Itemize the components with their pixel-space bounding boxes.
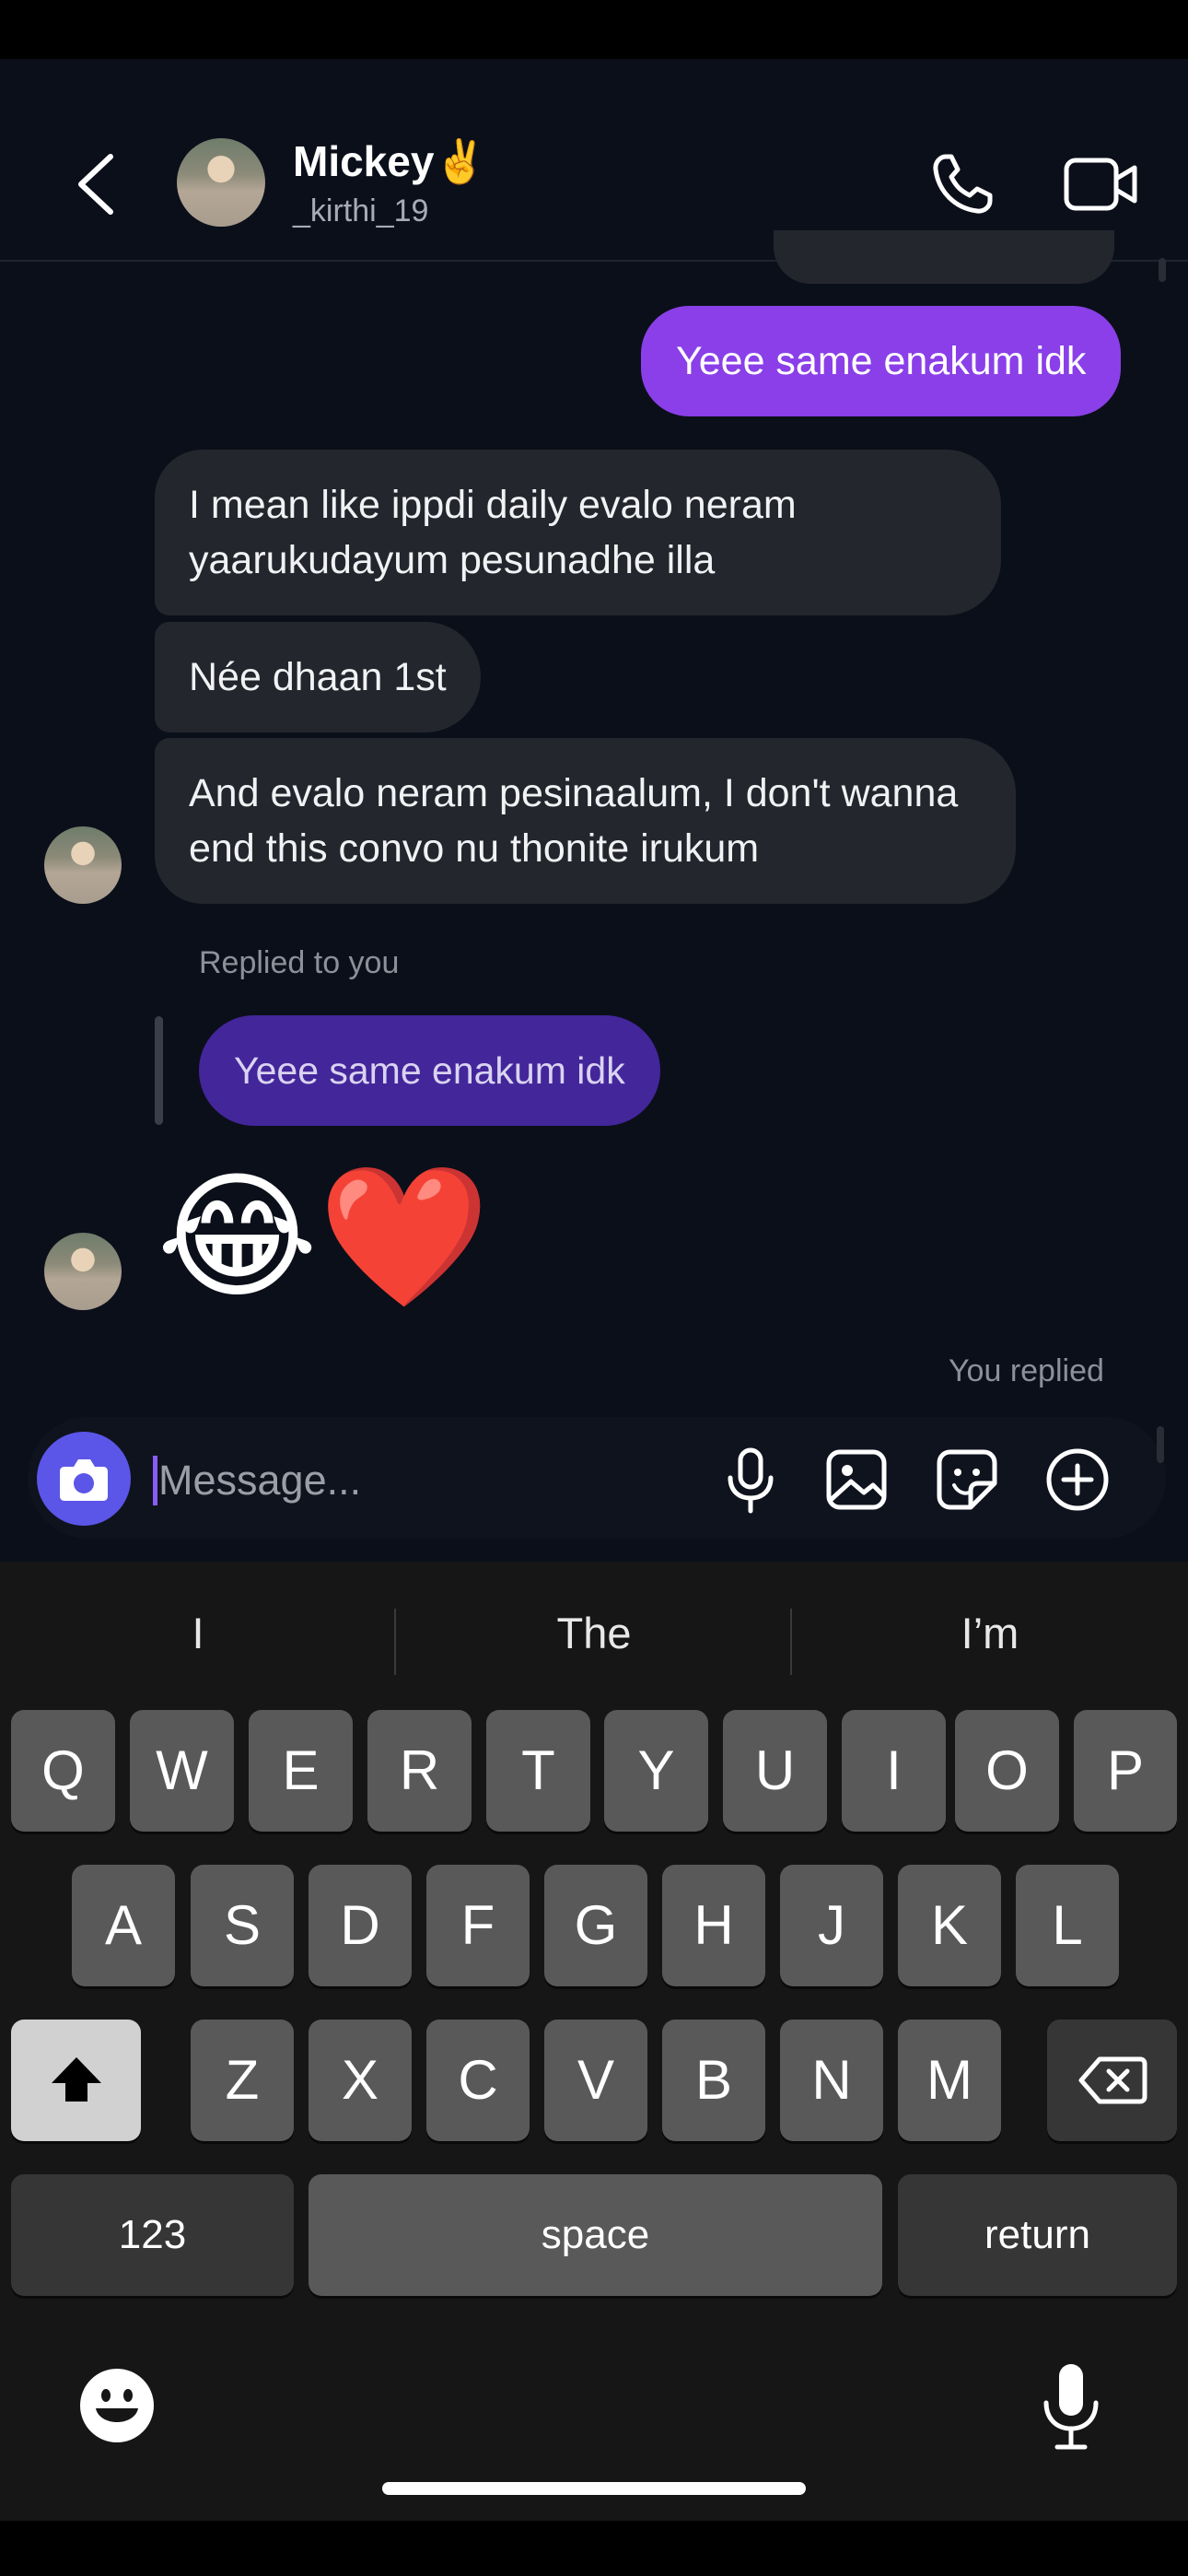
key-y[interactable]: Y (604, 1710, 708, 1832)
sticker-button[interactable] (930, 1443, 1004, 1516)
key-u[interactable]: U (723, 1710, 827, 1832)
space-key[interactable]: space (309, 2174, 882, 2296)
microphone-icon (1043, 2364, 1099, 2450)
return-key[interactable]: return (898, 2174, 1177, 2296)
key-v[interactable]: V (544, 2020, 647, 2141)
suggestion-bar: I The I’m (0, 1575, 1188, 1692)
key-o[interactable]: O (955, 1710, 1059, 1832)
message-input[interactable] (157, 1450, 694, 1511)
audio-call-button[interactable] (926, 147, 999, 221)
replied-to-label: Replied to you (199, 945, 400, 980)
plus-circle-icon (1046, 1448, 1109, 1511)
key-k[interactable]: K (898, 1865, 1001, 1986)
key-s[interactable]: S (191, 1865, 294, 1986)
key-h[interactable]: H (662, 1865, 765, 1986)
phone-icon (933, 154, 993, 214)
incoming-message[interactable]: And evalo neram pesinaalum, I don't wann… (155, 738, 1016, 904)
key-t[interactable]: T (486, 1710, 590, 1832)
key-x[interactable]: X (309, 2020, 412, 2141)
video-camera-icon (1064, 158, 1137, 211)
video-call-button[interactable] (1059, 147, 1142, 221)
shift-key[interactable] (11, 2020, 141, 2141)
delete-key[interactable] (1047, 2020, 1177, 2141)
key-c[interactable]: C (426, 2020, 530, 2141)
key-m[interactable]: M (898, 2020, 1001, 2141)
microphone-icon (728, 1447, 774, 1514)
emoji-message[interactable]: 😂❤️ (157, 1163, 490, 1310)
message-bubble-partial (774, 230, 1114, 284)
key-q[interactable]: Q (11, 1710, 115, 1832)
outgoing-message[interactable]: Yeee same enakum idk (641, 306, 1122, 416)
bottom-bar (0, 2521, 1188, 2576)
key-f[interactable]: F (426, 1865, 530, 1986)
image-icon (826, 1449, 887, 1510)
home-indicator[interactable] (382, 2482, 806, 2495)
sticker-icon (937, 1449, 997, 1510)
incoming-message[interactable]: I mean like ippdi daily evalo neram yaar… (155, 450, 1001, 615)
emoji-keyboard-button[interactable] (77, 2366, 157, 2445)
back-button[interactable] (64, 147, 129, 221)
camera-button[interactable] (37, 1432, 131, 1526)
scroll-indicator (1159, 258, 1166, 282)
key-l[interactable]: L (1016, 1865, 1119, 1986)
sender-avatar[interactable] (44, 1233, 122, 1310)
contact-handle[interactable]: _kirthi_19 (293, 193, 428, 229)
key-r[interactable]: R (367, 1710, 472, 1832)
reply-quote-bubble[interactable]: Yeee same enakum idk (199, 1015, 660, 1126)
key-g[interactable]: G (544, 1865, 647, 1986)
key-d[interactable]: D (309, 1865, 412, 1986)
key-i[interactable]: I (842, 1710, 946, 1832)
sender-avatar[interactable] (44, 826, 122, 904)
smiley-icon (80, 2369, 154, 2442)
numbers-key[interactable]: 123 (11, 2174, 294, 2296)
suggestion-item[interactable]: The (396, 1575, 792, 1692)
key-p[interactable]: P (1074, 1710, 1177, 1832)
key-n[interactable]: N (780, 2020, 883, 2141)
scroll-indicator (1157, 1426, 1164, 1463)
key-e[interactable]: E (249, 1710, 353, 1832)
key-z[interactable]: Z (191, 2020, 294, 2141)
chevron-left-icon (78, 154, 113, 215)
incoming-message[interactable]: Née dhaan 1st (155, 622, 481, 732)
more-options-button[interactable] (1041, 1443, 1114, 1516)
shift-arrow-icon (51, 2057, 101, 2102)
key-w[interactable]: W (130, 1710, 234, 1832)
suggestion-item[interactable]: I (0, 1575, 396, 1692)
suggestion-item[interactable]: I’m (792, 1575, 1188, 1692)
status-bar (0, 0, 1188, 59)
contact-name[interactable]: Mickey✌️ (293, 136, 487, 187)
backspace-icon (1078, 2056, 1147, 2104)
dictation-button[interactable] (1037, 2360, 1105, 2453)
key-b[interactable]: B (662, 2020, 765, 2141)
reply-quote-bar (155, 1016, 163, 1125)
key-j[interactable]: J (780, 1865, 883, 1986)
you-replied-label: You replied (949, 1353, 1104, 1388)
key-a[interactable]: A (72, 1865, 175, 1986)
gallery-button[interactable] (820, 1443, 893, 1516)
voice-message-button[interactable] (714, 1443, 787, 1516)
camera-icon (60, 1459, 108, 1501)
contact-avatar[interactable] (177, 138, 265, 227)
